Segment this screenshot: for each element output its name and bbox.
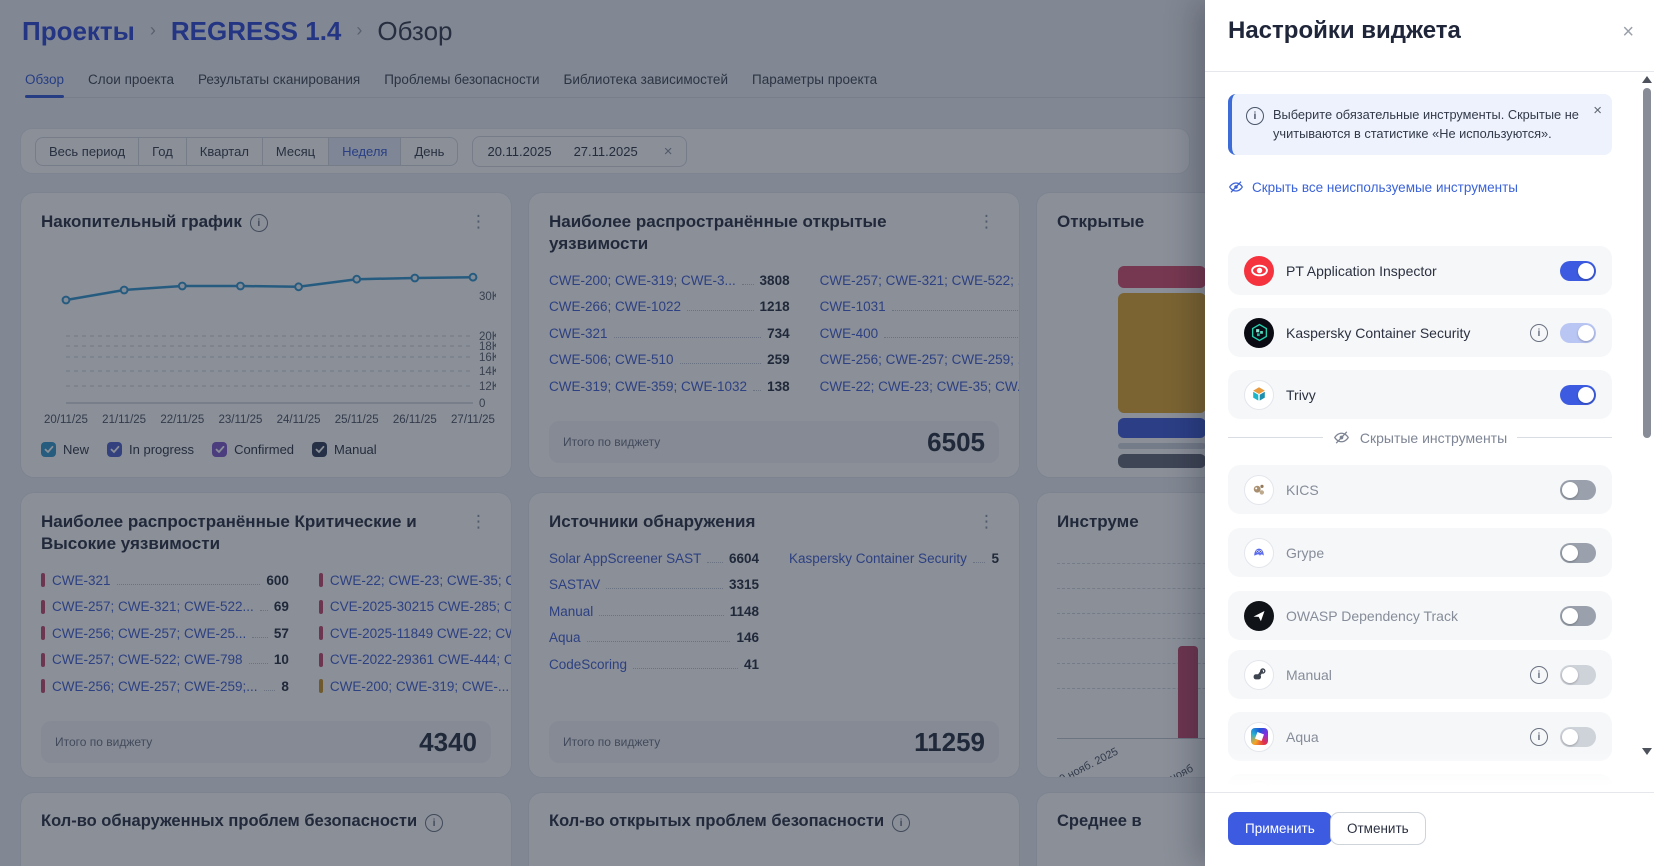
panel-title: Настройки виджета xyxy=(1228,17,1461,45)
info-icon[interactable]: i xyxy=(1530,666,1548,684)
info-icon: i xyxy=(1246,107,1264,125)
toggle-knob xyxy=(1562,608,1578,624)
trivy-icon xyxy=(1244,380,1274,410)
panel-footer: Применить Отменить xyxy=(1205,792,1654,866)
toggle-knob xyxy=(1562,482,1578,498)
tool-toggle[interactable] xyxy=(1560,480,1596,500)
grype-icon xyxy=(1244,538,1274,568)
tool-row-kics[interactable]: KICS xyxy=(1228,465,1612,514)
tool-name: Kaspersky Container Security xyxy=(1286,325,1470,341)
info-icon[interactable]: i xyxy=(1530,728,1548,746)
toggle-knob xyxy=(1578,263,1594,279)
tool-row-trivy[interactable]: Trivy xyxy=(1228,370,1612,419)
toggle-knob xyxy=(1562,667,1578,683)
tool-name: Manual xyxy=(1286,667,1332,683)
tool-toggle[interactable] xyxy=(1560,323,1596,343)
tool-row-pt-application-inspector[interactable]: PT Application Inspector xyxy=(1228,246,1612,295)
tool-name: Grype xyxy=(1286,545,1324,561)
toggle-knob xyxy=(1578,325,1594,341)
info-icon[interactable]: i xyxy=(1530,324,1548,342)
hide-unused-tools-link[interactable]: Скрыть все неиспользуемые инструменты xyxy=(1228,179,1518,195)
tool-row-aqua[interactable]: Aqua i xyxy=(1228,712,1612,761)
aqua-icon xyxy=(1244,722,1274,752)
tool-toggle[interactable] xyxy=(1560,543,1596,563)
kaspersky-container-security-icon xyxy=(1244,318,1274,348)
tool-name: Trivy xyxy=(1286,387,1316,403)
hidden-tools-label: Скрытые инструменты xyxy=(1360,430,1507,446)
cancel-button[interactable]: Отменить xyxy=(1330,812,1426,845)
tool-toggle[interactable] xyxy=(1560,261,1596,281)
eye-off-icon xyxy=(1228,179,1244,195)
tool-row-grype[interactable]: Grype xyxy=(1228,528,1612,577)
tool-row-manual[interactable]: Manual i xyxy=(1228,650,1612,699)
scrollbar-down-arrow[interactable] xyxy=(1642,748,1652,755)
tool-name: Aqua xyxy=(1286,729,1319,745)
tool-toggle[interactable] xyxy=(1560,665,1596,685)
tool-toggle[interactable] xyxy=(1560,606,1596,626)
eye-off-icon xyxy=(1333,429,1350,446)
widget-settings-panel: Настройки виджета × i Выберите обязатель… xyxy=(1205,0,1654,866)
app-screen: Проекты›REGRESS 1.4›Обзор ОбзорСлои прое… xyxy=(0,0,1654,866)
tool-row-kaspersky-container-security[interactable]: Kaspersky Container Security i xyxy=(1228,308,1612,357)
hide-unused-tools-label: Скрыть все неиспользуемые инструменты xyxy=(1252,180,1518,195)
pt-application-inspector-icon xyxy=(1244,256,1274,286)
kics-icon xyxy=(1244,475,1274,505)
scrollbar-up-arrow[interactable] xyxy=(1642,76,1652,83)
manual-icon xyxy=(1244,660,1274,690)
tool-name: KICS xyxy=(1286,482,1319,498)
tool-toggle[interactable] xyxy=(1560,385,1596,405)
banner-close-icon[interactable]: × xyxy=(1593,102,1602,119)
hidden-tools-divider: Скрытые инструменты xyxy=(1228,429,1612,446)
toggle-knob xyxy=(1562,545,1578,561)
close-icon[interactable]: × xyxy=(1622,22,1634,42)
tool-name: OWASP Dependency Track xyxy=(1286,608,1458,624)
toggle-knob xyxy=(1578,387,1594,403)
toggle-knob xyxy=(1562,729,1578,745)
owasp-dependency-track-icon xyxy=(1244,601,1274,631)
apply-button[interactable]: Применить xyxy=(1228,812,1332,845)
panel-header: Настройки виджета × xyxy=(1205,0,1654,72)
tool-name: PT Application Inspector xyxy=(1286,263,1437,279)
scrollbar-thumb[interactable] xyxy=(1643,88,1651,438)
tool-toggle[interactable] xyxy=(1560,727,1596,747)
tool-row-owasp-dependency-track[interactable]: OWASP Dependency Track xyxy=(1228,591,1612,640)
info-banner: i Выберите обязательные инструменты. Скр… xyxy=(1228,94,1612,155)
banner-text: Выберите обязательные инструменты. Скрыт… xyxy=(1273,106,1582,143)
